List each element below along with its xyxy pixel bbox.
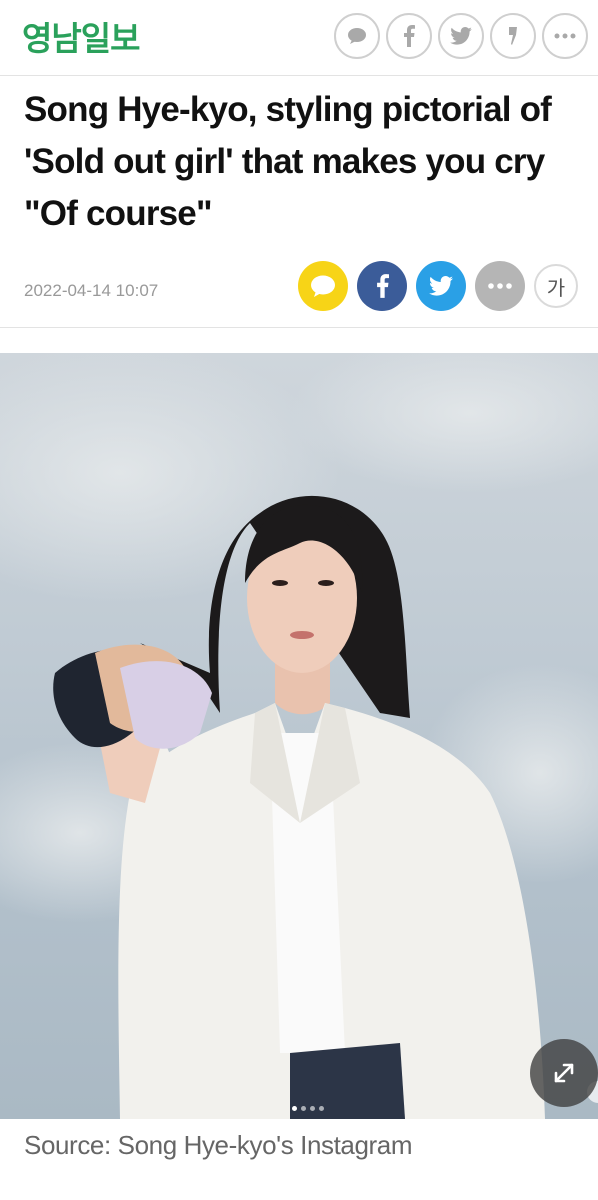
photo-illustration xyxy=(0,353,598,1119)
expand-icon xyxy=(554,1063,574,1083)
carousel-dot[interactable] xyxy=(292,1106,297,1111)
twitter-icon xyxy=(429,276,453,296)
article-title: Song Hye-kyo, styling pictorial of 'Sold… xyxy=(24,90,552,233)
facebook-icon xyxy=(376,274,389,298)
more-icon[interactable] xyxy=(542,13,588,59)
bookmark-icon[interactable] xyxy=(490,13,536,59)
kakao-share-button[interactable] xyxy=(298,261,348,311)
facebook-share-button[interactable] xyxy=(357,261,407,311)
carousel-dot[interactable] xyxy=(310,1106,315,1111)
site-header: 영남일보 xyxy=(0,0,598,76)
article-photo[interactable] xyxy=(0,353,598,1119)
twitter-icon[interactable] xyxy=(438,13,484,59)
twitter-share-button[interactable] xyxy=(416,261,466,311)
carousel-dot[interactable] xyxy=(301,1106,306,1111)
header-share-bar xyxy=(334,13,588,59)
kakao-icon xyxy=(311,275,335,297)
font-size-button[interactable]: 가 xyxy=(534,264,578,308)
article-share-bar: 가 xyxy=(298,261,578,311)
article-date: 2022-04-14 10:07 xyxy=(24,281,159,300)
carousel-indicator xyxy=(292,1106,324,1111)
site-logo[interactable]: 영남일보 xyxy=(22,12,140,60)
more-share-button[interactable] xyxy=(475,261,525,311)
speech-bubble-icon[interactable] xyxy=(334,13,380,59)
logo-text: 영남일보 xyxy=(22,19,140,58)
expand-button[interactable] xyxy=(530,1039,598,1107)
divider xyxy=(0,327,598,328)
more-icon xyxy=(488,283,512,289)
facebook-icon[interactable] xyxy=(386,13,432,59)
photo-caption: Source: Song Hye-kyo's Instagram xyxy=(24,1130,413,1160)
carousel-dot[interactable] xyxy=(319,1106,324,1111)
